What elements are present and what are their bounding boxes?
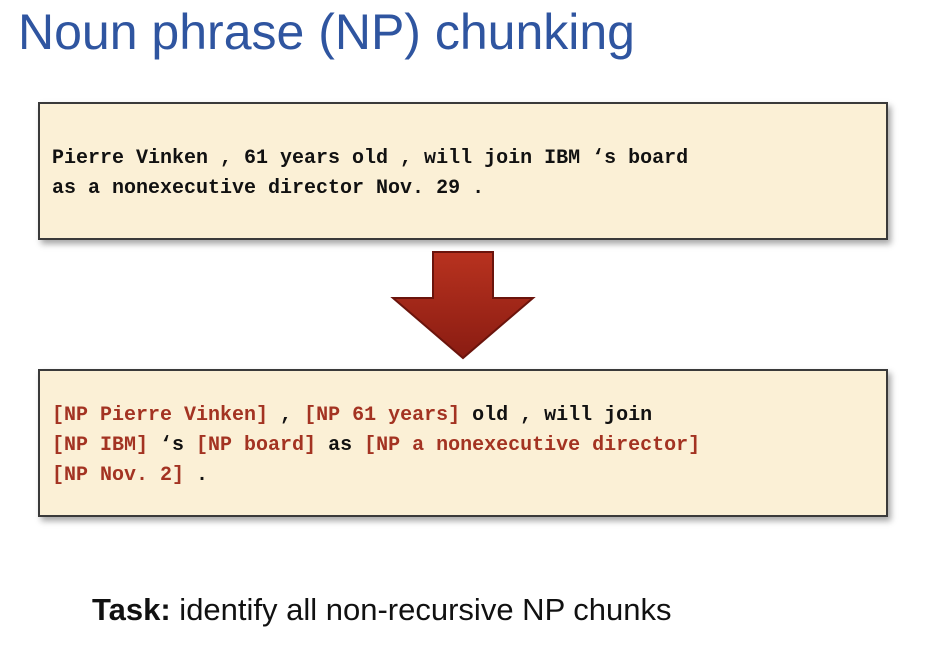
output-line-1: [NP Pierre Vinken] , [NP 61 years] old ,… (52, 404, 652, 427)
np-chunk: [NP board] (196, 434, 317, 457)
page-title: Noun phrase (NP) chunking (18, 4, 635, 60)
input-sentence: Pierre Vinken , 61 years old , will join… (52, 144, 688, 204)
output-line-2: [NP IBM] ‘s [NP board] as [NP a nonexecu… (52, 434, 700, 457)
down-arrow-shape (390, 251, 536, 360)
input-sentence-box: Pierre Vinken , 61 years old , will join… (38, 102, 888, 240)
input-line-1: Pierre Vinken , 61 years old , will join… (52, 147, 689, 170)
np-chunk: [NP 61 years] (304, 404, 461, 427)
chunked-output-box: [NP Pierre Vinken] , [NP 61 years] old ,… (38, 369, 888, 517)
np-chunk: [NP IBM] (52, 434, 149, 457)
plain-token: old , will join (460, 404, 653, 427)
task-statement: Task: identify all non-recursive NP chun… (92, 590, 672, 630)
task-label: Task: (92, 592, 171, 627)
input-line-2: as a nonexecutive director Nov. 29 . (52, 177, 485, 200)
plain-token: as (316, 434, 365, 457)
np-chunk: [NP a nonexecutive director] (364, 434, 701, 457)
plain-token: ‘s (148, 434, 197, 457)
output-line-3: [NP Nov. 2] . (52, 464, 208, 487)
np-chunk: [NP Pierre Vinken] (52, 404, 269, 427)
task-text: identify all non-recursive NP chunks (170, 592, 672, 627)
plain-token: . (184, 464, 209, 487)
down-arrow-icon (390, 251, 536, 360)
chunked-output: [NP Pierre Vinken] , [NP 61 years] old ,… (52, 401, 700, 491)
plain-token: , (268, 404, 305, 427)
np-chunk: [NP Nov. 2] (52, 464, 185, 487)
